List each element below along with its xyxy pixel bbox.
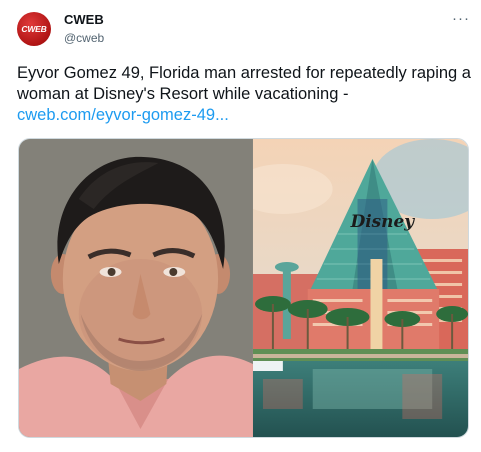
resort-photo[interactable]: Disney — [252, 139, 468, 438]
disney-logo: Disney — [350, 211, 416, 231]
tweet-text: Eyvor Gomez 49, Florida man arrested for… — [17, 63, 472, 126]
tweet-link[interactable]: cweb.com/eyvor-gomez-49... — [17, 106, 229, 124]
display-name[interactable]: CWEB — [64, 12, 104, 27]
tweet-body: Eyvor Gomez 49, Florida man arrested for… — [17, 64, 471, 103]
user-handle[interactable]: @cweb — [64, 31, 104, 45]
mugshot-photo[interactable] — [19, 139, 253, 438]
tweet[interactable]: CWEB CWEB @cweb ··· Eyvor Gomez 49, Flor… — [0, 0, 481, 452]
tweet-media[interactable]: Disney — [18, 138, 469, 438]
avatar-logo-text: CWEB — [21, 24, 47, 34]
avatar[interactable]: CWEB — [17, 12, 51, 46]
more-options-icon[interactable]: ··· — [452, 10, 470, 27]
